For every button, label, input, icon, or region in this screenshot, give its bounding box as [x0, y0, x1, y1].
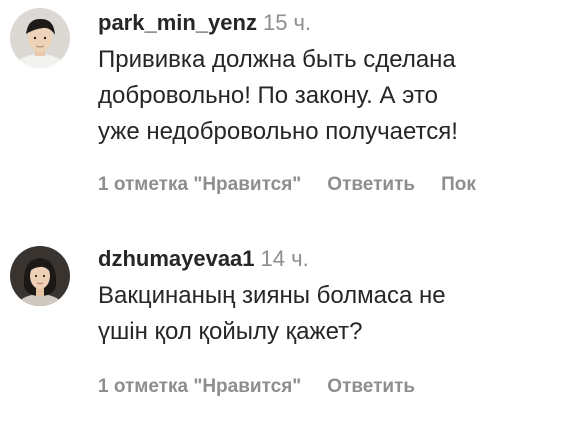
avatar-photo — [10, 246, 70, 306]
likes-count-link[interactable]: 1 отметка "Нравится" — [98, 376, 301, 397]
comment-actions: 1 отметка "Нравится" Ответить Пок — [98, 174, 476, 196]
comment-text-line: добровольно! По закону. А это — [98, 82, 438, 109]
avatar-photo — [10, 8, 70, 68]
reply-button[interactable]: Ответить — [327, 174, 415, 195]
username-link[interactable]: park_min_yenz — [98, 10, 257, 35]
comment-header: park_min_yenz 15 ч. — [98, 10, 568, 36]
reply-button[interactable]: Ответить — [327, 376, 415, 397]
comment-body: dzhumayevaa1 14 ч. Вакцинаның зияны болма… — [98, 246, 568, 350]
comment-text: Вакцинаның зияны болмаса не үшін қол қой… — [98, 278, 568, 350]
timestamp[interactable]: 15 ч. — [263, 10, 311, 35]
more-options-link[interactable]: Пок — [441, 174, 476, 195]
comment-header: dzhumayevaa1 14 ч. — [98, 246, 568, 272]
likes-count-link[interactable]: 1 отметка "Нравится" — [98, 174, 301, 195]
comment-body: park_min_yenz 15 ч. Прививка должна быть … — [98, 10, 568, 150]
avatar[interactable] — [10, 246, 70, 306]
comment-text: Прививка должна быть сделана добровольно… — [98, 42, 568, 150]
comment-actions: 1 отметка "Нравится" Ответить — [98, 376, 415, 398]
comment-text-line: Вакцинаның зияны болмаса не — [98, 282, 446, 309]
comment-text-line: үшін қол қойылу қажет? — [98, 318, 363, 345]
comment-text-line: Прививка должна быть сделана — [98, 46, 456, 73]
timestamp[interactable]: 14 ч. — [261, 246, 309, 271]
username-link[interactable]: dzhumayevaa1 — [98, 246, 255, 271]
comment-text-line: уже недобровольно получается! — [98, 118, 458, 145]
avatar[interactable] — [10, 8, 70, 68]
